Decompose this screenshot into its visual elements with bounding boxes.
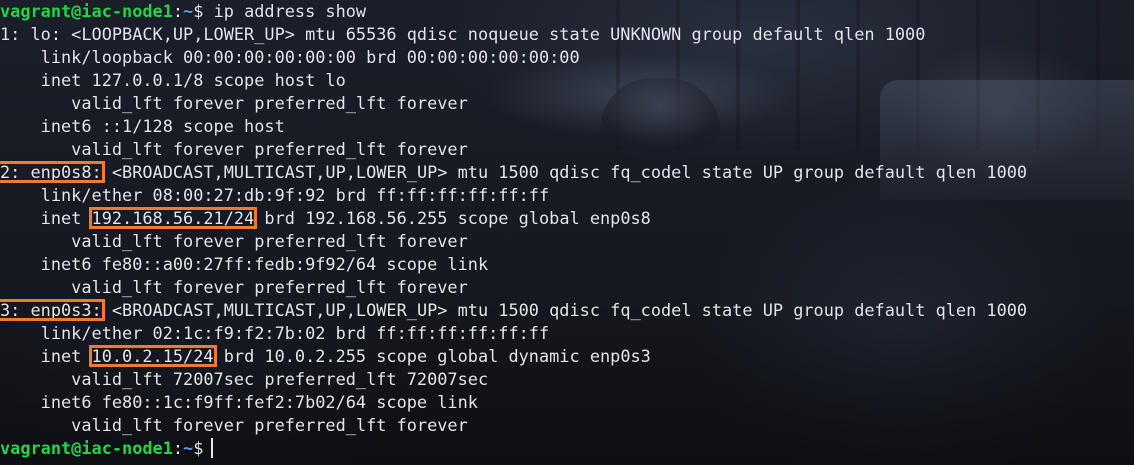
prompt-colon: : — [172, 438, 184, 458]
output-line: inet 127.0.0.1/8 scope host lo — [0, 70, 346, 90]
entered-command: ip address show — [213, 1, 367, 21]
output-line-inet-enp0s3: inet 10.0.2.15/24 brd 10.0.2.255 scope g… — [0, 345, 651, 368]
highlight-interface-enp0s3: 3: enp0s3: — [0, 300, 102, 320]
prompt-user-host: vagrant@iac-node1 — [0, 1, 173, 21]
prompt-user-host: vagrant@iac-node1 — [0, 438, 173, 458]
interface-flags: <BROADCAST,MULTICAST,UP,LOWER_UP> mtu 15… — [101, 162, 1028, 182]
output-line: link/ether 08:00:27:db:9f:92 brd ff:ff:f… — [0, 185, 550, 205]
output-line: valid_lft forever preferred_lft forever — [0, 231, 468, 251]
inet-prefix: inet — [0, 346, 92, 366]
output-line: inet6 fe80::1c:f9ff:fef2:7b02/64 scope l… — [0, 392, 478, 412]
command-line: vagrant@iac-node1:~$ ip address show — [0, 0, 366, 23]
prompt-dollar: $ — [193, 438, 204, 458]
inet-details: brd 192.168.56.255 scope global enp0s8 — [254, 208, 651, 228]
highlight-ip-enp0s8: 192.168.56.21/24 — [91, 208, 255, 228]
output-line: link/loopback 00:00:00:00:00:00 brd 00:0… — [0, 47, 580, 67]
output-line: link/ether 02:1c:f9:f2:7b:02 brd ff:ff:f… — [0, 323, 550, 343]
output-line: inet6 ::1/128 scope host — [0, 116, 285, 136]
prompt-colon: : — [172, 1, 184, 21]
output-line: inet6 fe80::a00:27ff:fedb:9f92/64 scope … — [0, 254, 489, 274]
output-line: valid_lft forever preferred_lft forever — [0, 139, 468, 159]
output-line-enp0s8: 2: enp0s8: <BROADCAST,MULTICAST,UP,LOWER… — [0, 161, 1027, 184]
prompt-path: ~ — [183, 438, 194, 458]
interface-flags: <BROADCAST,MULTICAST,UP,LOWER_UP> mtu 15… — [101, 300, 1028, 320]
active-prompt-line[interactable]: vagrant@iac-node1:~$ — [0, 437, 214, 460]
output-line-inet-enp0s8: inet 192.168.56.21/24 brd 192.168.56.255… — [0, 207, 651, 230]
inet-prefix: inet — [0, 208, 92, 228]
output-line: valid_lft forever preferred_lft forever — [0, 415, 468, 435]
output-line-lo: 1: lo: <LOOPBACK,UP,LOWER_UP> mtu 65536 … — [0, 24, 926, 44]
highlight-ip-enp0s3: 10.0.2.15/24 — [91, 346, 214, 366]
output-line-enp0s3: 3: enp0s3: <BROADCAST,MULTICAST,UP,LOWER… — [0, 299, 1027, 322]
terminal-output-area[interactable]: vagrant@iac-node1:~$ ip address show 1: … — [0, 0, 1134, 465]
output-line: valid_lft forever preferred_lft forever — [0, 93, 468, 113]
prompt-path: ~ — [183, 1, 194, 21]
prompt-dollar: $ — [193, 1, 204, 21]
text-cursor — [211, 438, 214, 458]
output-line: valid_lft 72007sec preferred_lft 72007se… — [0, 369, 489, 389]
output-line: valid_lft forever preferred_lft forever — [0, 277, 468, 297]
inet-details: brd 10.0.2.255 scope global dynamic enp0… — [213, 346, 651, 366]
highlight-interface-enp0s8: 2: enp0s8: — [0, 162, 102, 182]
